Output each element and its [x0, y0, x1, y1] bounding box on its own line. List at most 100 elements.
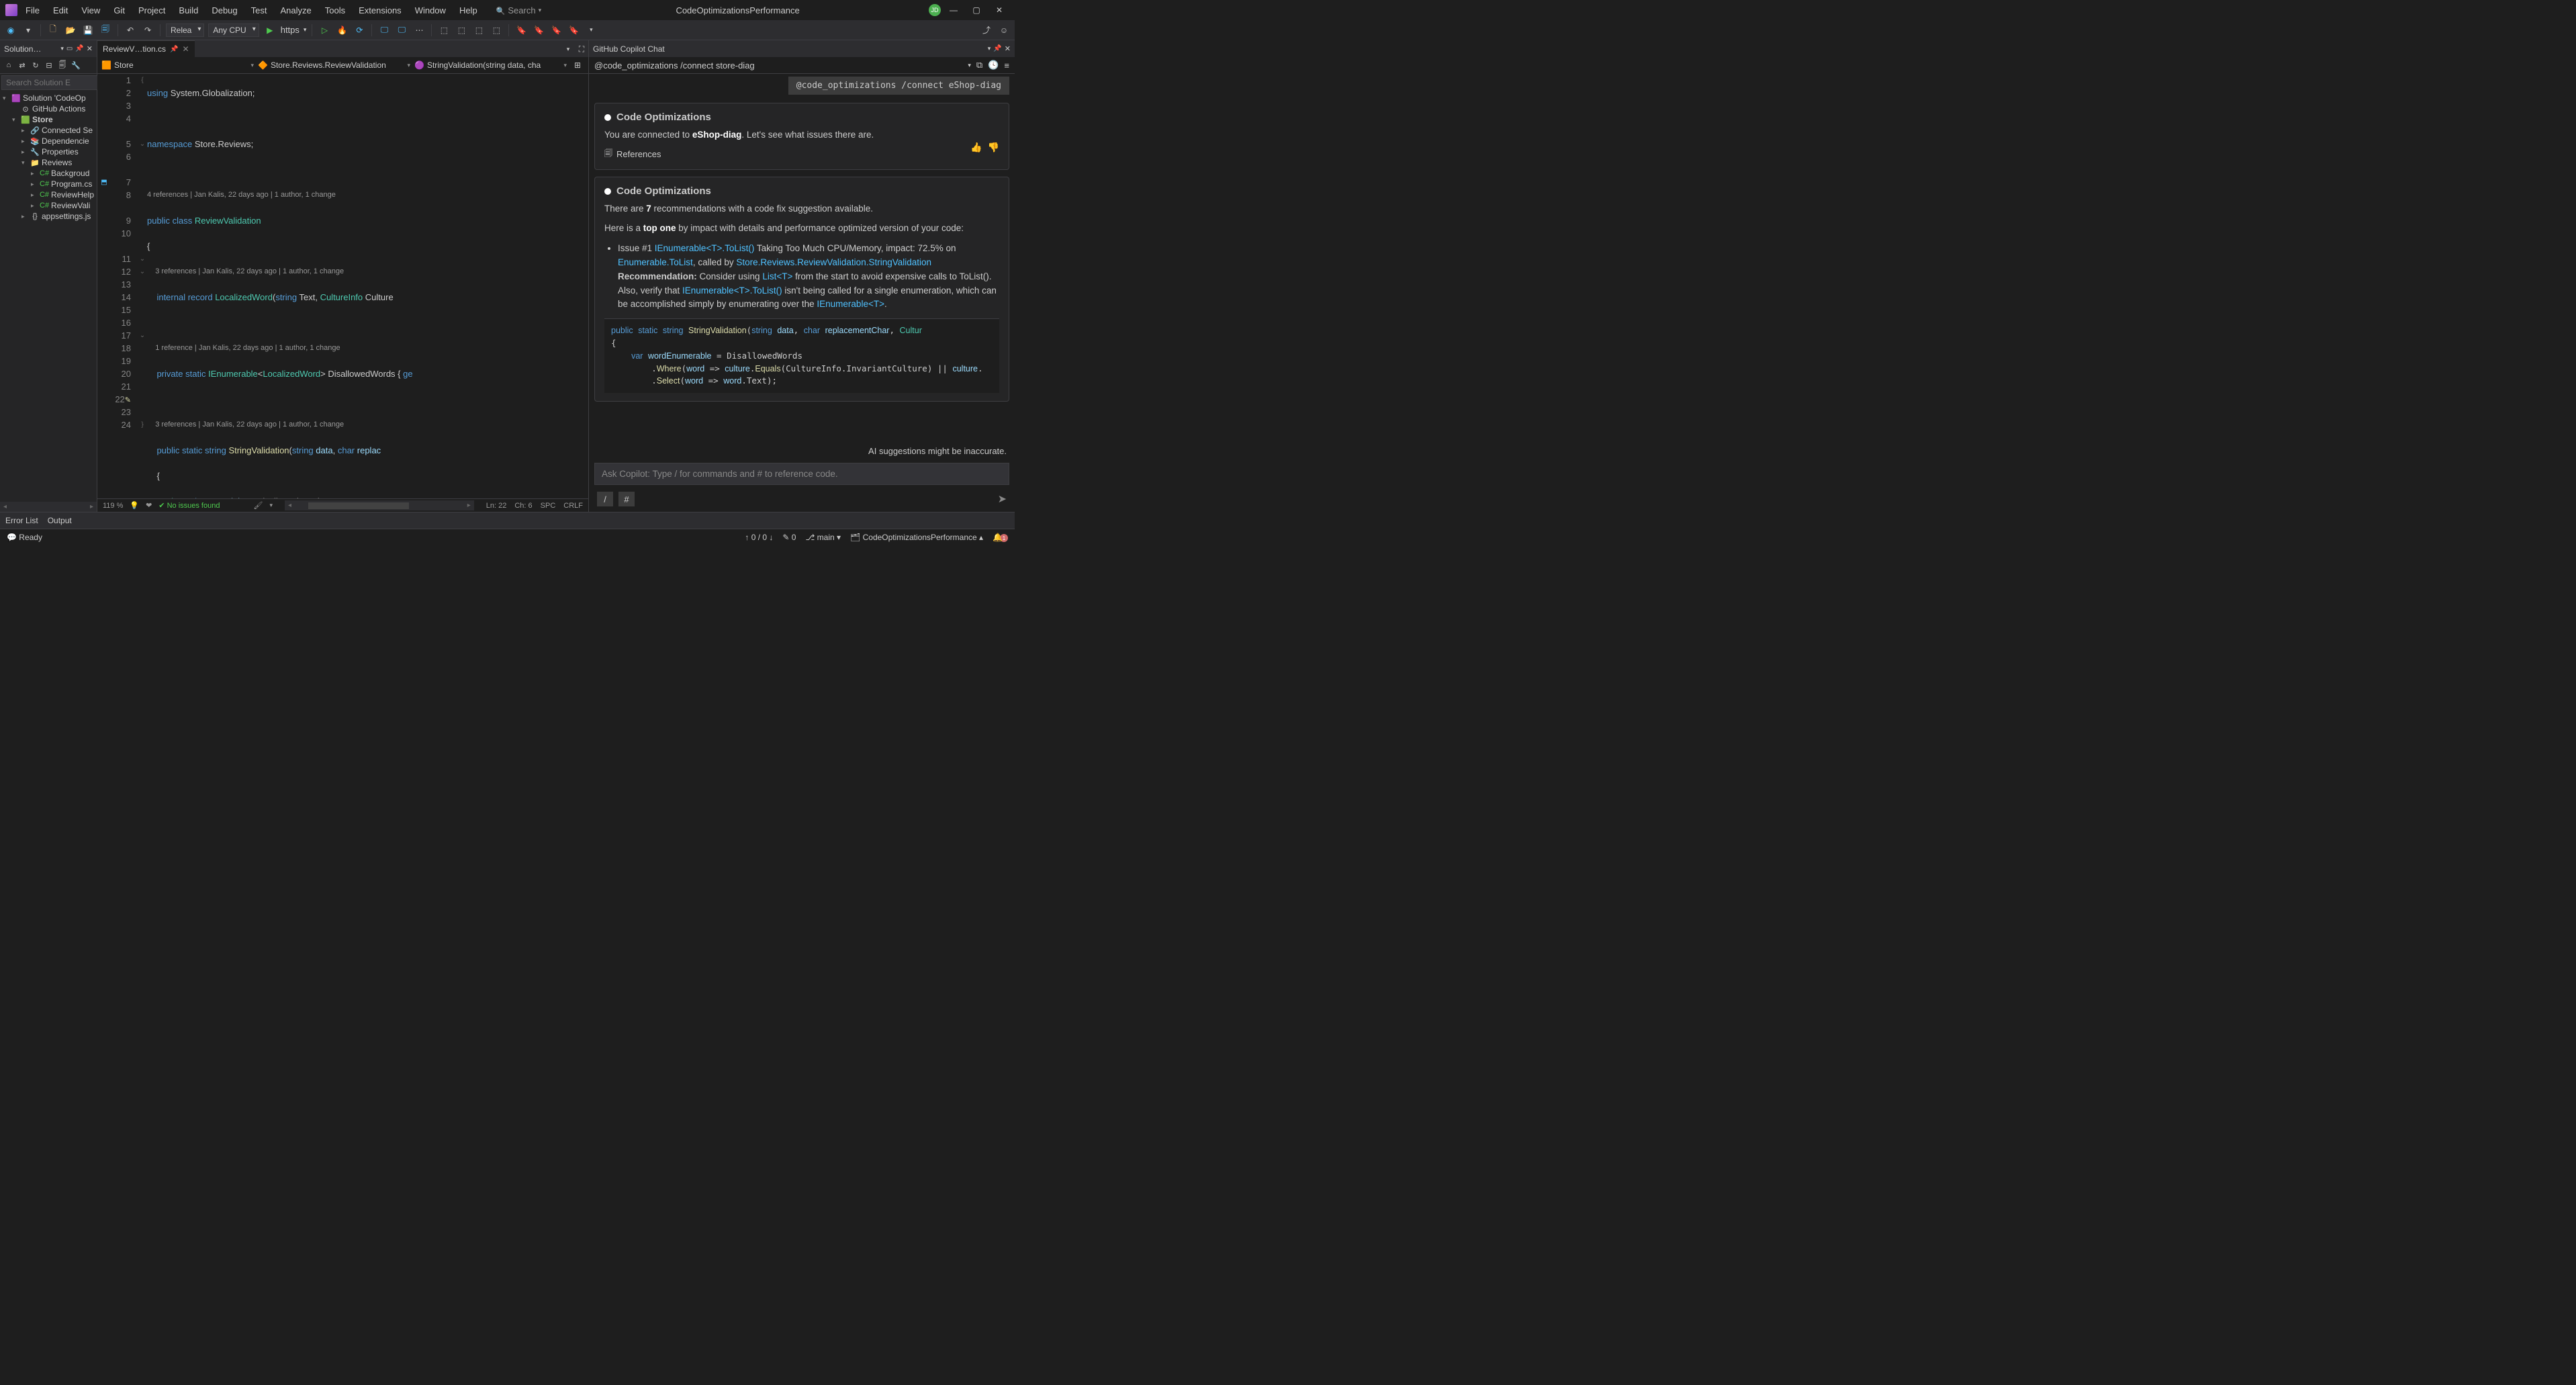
codelens[interactable]: 1 reference | Jan Kalis, 22 days ago | 1… [147, 342, 588, 355]
expander-icon[interactable]: ▸ [31, 181, 38, 188]
editor-hscroll[interactable]: ◂▸ [285, 500, 474, 510]
pin-icon[interactable]: 📌 [170, 46, 178, 53]
copilot-input[interactable]: Ask Copilot: Type / for commands and # t… [594, 463, 1009, 485]
tree-properties[interactable]: ▸🔧Properties [0, 146, 97, 157]
code-content[interactable]: using System.Globalization; namespace St… [147, 74, 588, 498]
collapse-icon[interactable]: ⊟ [43, 61, 55, 70]
thumbs-down-icon[interactable]: 👎 [988, 142, 999, 153]
menu-help[interactable]: Help [454, 3, 483, 18]
redo-icon[interactable]: ↷ [141, 24, 154, 37]
tree-file-reviewhelp[interactable]: ▸C#ReviewHelp [0, 189, 97, 200]
breadcrumb-project[interactable]: 🟧Store [101, 60, 254, 70]
menu-tools[interactable]: Tools [320, 3, 351, 18]
expander-icon[interactable]: ▸ [21, 213, 28, 220]
menu-build[interactable]: Build [173, 3, 203, 18]
hot-reload-icon[interactable]: 🔥 [335, 24, 349, 37]
expander-icon[interactable]: ▾ [21, 159, 28, 167]
refresh-icon[interactable]: ⟳ [353, 24, 366, 37]
tab-output[interactable]: Output [48, 516, 72, 525]
codelens[interactable]: 3 references | Jan Kalis, 22 days ago | … [147, 418, 588, 431]
menu-git[interactable]: Git [108, 3, 130, 18]
expander-icon[interactable]: ▸ [21, 138, 28, 145]
tree-file-appsettings[interactable]: ▸{}appsettings.js [0, 211, 97, 222]
tree-folder-reviews[interactable]: ▾📁Reviews [0, 157, 97, 168]
menu-file[interactable]: File [20, 3, 45, 18]
open-file-icon[interactable]: 📂 [64, 24, 77, 37]
tab-overflow-icon[interactable]: ▾ [561, 40, 575, 54]
properties-icon[interactable]: 🔧 [70, 61, 82, 70]
expander-icon[interactable]: ▸ [31, 202, 38, 210]
breadcrumb-method[interactable]: 🟣StringValidation(string data, cha [414, 60, 567, 70]
rec-link[interactable]: List<T> [762, 271, 792, 281]
close-icon[interactable]: ✕ [182, 44, 189, 54]
zoom-level[interactable]: 119 % [103, 502, 123, 510]
references-toggle[interactable]: References [604, 147, 970, 161]
tb-icon[interactable]: ⬚ [472, 24, 486, 37]
issue-link[interactable]: Store.Reviews.ReviewValidation.StringVal… [736, 257, 931, 267]
pin-icon[interactable]: 📌 [75, 45, 83, 52]
pin-icon[interactable]: 📌 [993, 45, 1001, 52]
pending-changes[interactable]: ✎ 0 [782, 533, 796, 542]
expander-icon[interactable]: ▸ [31, 191, 38, 199]
rec-link[interactable]: IEnumerable<T> [817, 299, 884, 309]
new-thread-icon[interactable]: ⧉ [976, 60, 982, 71]
menu-view[interactable]: View [76, 3, 105, 18]
overflow-icon[interactable]: ▾ [584, 24, 598, 37]
chevron-down-icon[interactable]: ▾ [304, 26, 307, 34]
menu-debug[interactable]: Debug [206, 3, 242, 18]
nav-back-icon[interactable]: ◉ [4, 24, 17, 37]
menu-test[interactable]: Test [246, 3, 273, 18]
editor-tab[interactable]: ReviewV…tion.cs 📌 ✕ [97, 40, 195, 57]
browser-icon[interactable]: 🖵 [377, 24, 391, 37]
tab-error-list[interactable]: Error List [5, 516, 38, 525]
nav-fwd-icon[interactable]: ▾ [21, 24, 35, 37]
feedback-icon[interactable]: ☺ [997, 24, 1011, 37]
chevron-down-icon[interactable]: ▾ [968, 62, 971, 69]
hash-button[interactable]: # [618, 492, 635, 506]
expander-icon[interactable]: ▸ [21, 127, 28, 134]
user-avatar[interactable]: JD [929, 4, 941, 16]
chevron-down-icon[interactable]: ▾ [60, 45, 64, 52]
rec-link[interactable]: IEnumerable<T>.ToList() [682, 285, 782, 296]
window-position-icon[interactable]: ▭ [66, 45, 73, 52]
bookmark-next-icon[interactable]: 🔖 [549, 24, 563, 37]
issue-link[interactable]: Enumerable.ToList [618, 257, 693, 267]
code-editor[interactable]: ⬒ 1234 56 78 910 1112131415161718192021 … [97, 74, 588, 498]
indent-indicator[interactable]: SPC [541, 502, 556, 510]
codelens[interactable]: 3 references | Jan Kalis, 22 days ago | … [147, 265, 588, 278]
git-branch[interactable]: main ▾ [805, 533, 841, 542]
breadcrumb-class[interactable]: 🔶Store.Reviews.ReviewValidation [258, 60, 410, 70]
chevron-down-icon[interactable]: ▾ [269, 502, 273, 509]
tree-solution[interactable]: ▾🟪Solution 'CodeOp [0, 93, 97, 103]
bookmark-prev-icon[interactable]: 🔖 [532, 24, 545, 37]
line-indicator[interactable]: Ln: 22 [486, 502, 507, 510]
start-nodebug-icon[interactable]: ▷ [318, 24, 331, 37]
close-icon[interactable]: ✕ [1005, 44, 1011, 53]
menu-window[interactable]: Window [410, 3, 451, 18]
project-indicator[interactable]: 🗂 CodeOptimizationsPerformance ▴ [850, 533, 983, 542]
split-editor-icon[interactable]: ⊞ [571, 58, 584, 72]
tree-project-store[interactable]: ▾🟩Store [0, 114, 97, 125]
git-sync[interactable]: ↑ 0 / 0 ↓ [745, 533, 773, 542]
maximize-editor-icon[interactable]: ⛶ [575, 40, 588, 54]
peek-icon[interactable]: ⬒ [97, 176, 111, 189]
slash-button[interactable]: / [597, 492, 613, 506]
close-icon[interactable]: ✕ [87, 44, 93, 53]
thumbs-up-icon[interactable]: 👍 [970, 142, 982, 153]
launch-profile[interactable]: https [281, 25, 300, 35]
col-indicator[interactable]: Ch: 6 [514, 502, 532, 510]
menu-analyze[interactable]: Analyze [275, 3, 316, 18]
expander-icon[interactable]: ▾ [3, 95, 9, 102]
config-select[interactable]: Relea [166, 24, 204, 37]
save-icon[interactable]: 💾 [81, 24, 95, 37]
switch-view-icon[interactable]: ⇄ [16, 61, 28, 70]
bookmark-clear-icon[interactable]: 🔖 [567, 24, 580, 37]
solution-search-input[interactable] [1, 75, 98, 90]
browser-link-icon[interactable]: 🖵 [395, 24, 408, 37]
menu-edit[interactable]: Edit [48, 3, 73, 18]
maximize-button[interactable]: ▢ [966, 5, 986, 15]
undo-icon[interactable]: ↶ [124, 24, 137, 37]
save-all-icon[interactable]: 🗐 [99, 24, 112, 37]
menu-project[interactable]: Project [133, 3, 171, 18]
platform-select[interactable]: Any CPU [208, 24, 259, 37]
